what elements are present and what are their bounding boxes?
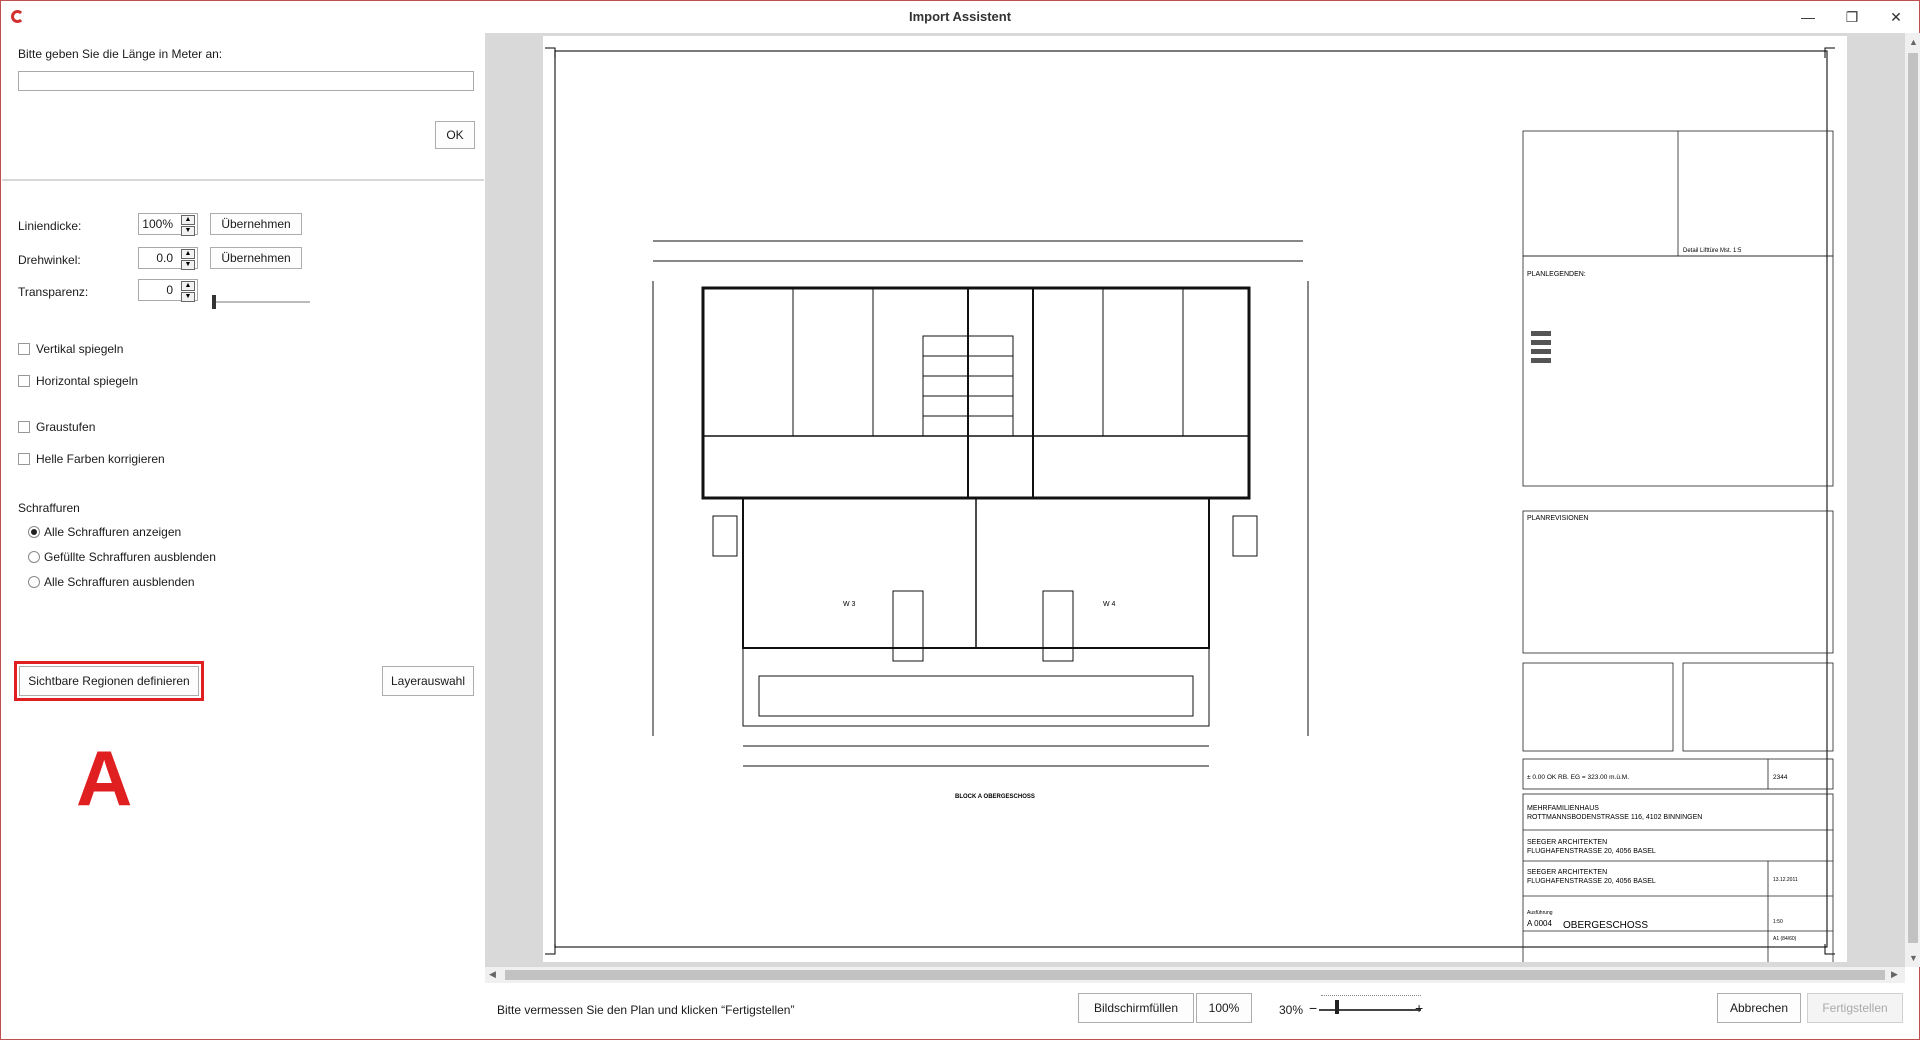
- annotation-letter: A: [76, 734, 133, 822]
- zoom-out-icon[interactable]: −: [1309, 1000, 1317, 1016]
- transparency-slider[interactable]: [214, 301, 310, 303]
- plan-sheet[interactable]: BLOCK A OBERGESCHOSS W 3 W 4 PLANLEGENDE…: [543, 36, 1847, 967]
- flip-vertical-checkbox[interactable]: [18, 343, 30, 355]
- layer-selection-button[interactable]: Layerauswahl: [382, 666, 474, 696]
- panel-divider: [2, 179, 484, 181]
- hatch-option-label: Gefüllte Schraffuren ausblenden: [44, 550, 216, 564]
- zoom-100-button[interactable]: 100%: [1196, 993, 1252, 1023]
- transparency-label: Transparenz:: [18, 285, 89, 299]
- plan-scale: 1:50: [1773, 919, 1783, 925]
- window-title: Import Assistent: [908, 9, 1012, 24]
- plan-number: A 0004: [1527, 919, 1552, 928]
- spin-down-icon[interactable]: ▼: [181, 260, 195, 270]
- flip-horizontal-checkbox[interactable]: [18, 375, 30, 387]
- minimize-button[interactable]: —: [1793, 7, 1823, 27]
- unit-label-w3: W 3: [843, 601, 856, 608]
- hatching-title: Schraffuren: [18, 501, 80, 515]
- scroll-up-icon[interactable]: ▲: [1909, 37, 1918, 47]
- correct-light-colors-label: Helle Farben korrigieren: [36, 452, 165, 466]
- project-line2: ROTTMANNSBODENSTRASSE 116, 4102 BINNINGE…: [1527, 814, 1702, 821]
- architect-line1: SEEGER ARCHITEKTEN: [1527, 869, 1607, 876]
- height-reference: ± 0.00 OK RB. EG = 323.00 m.ü.M.: [1527, 774, 1629, 781]
- architect-line2: FLUGHAFENSTRASSE 20, 4056 BASEL: [1527, 878, 1656, 885]
- client-line1: SEEGER ARCHITEKTEN: [1527, 839, 1607, 846]
- correct-light-colors-checkbox[interactable]: [18, 453, 30, 465]
- spin-down-icon[interactable]: ▼: [181, 226, 195, 236]
- fit-screen-button[interactable]: Bildschirmfüllen: [1078, 993, 1194, 1023]
- import-assistant-window: Import Assistent — ❐ ✕ Bitte geben Sie d…: [0, 0, 1920, 1040]
- title-bar: Import Assistent — ❐ ✕: [1, 1, 1919, 33]
- hatch-option-radio[interactable]: [28, 576, 40, 588]
- plan-drawing: BLOCK A OBERGESCHOSS W 3 W 4 PLANLEGENDE…: [545, 47, 1835, 967]
- grayscale-checkbox[interactable]: [18, 421, 30, 433]
- vertical-scrollbar[interactable]: ▲ ▼: [1905, 33, 1920, 967]
- hatch-option-radio[interactable]: [28, 526, 40, 538]
- zoom-slider-ticks: [1321, 995, 1421, 999]
- revisions-title: PLANREVISIONEN: [1527, 515, 1588, 522]
- hatch-option-label: Alle Schraffuren ausblenden: [44, 575, 195, 589]
- transparency-value: 0: [166, 283, 173, 297]
- line-width-label: Liniendicke:: [18, 219, 82, 233]
- settings-panel: Bitte geben Sie die Länge in Meter an: O…: [2, 33, 484, 1039]
- scroll-down-icon[interactable]: ▼: [1909, 953, 1918, 963]
- spin-up-icon[interactable]: ▲: [181, 281, 195, 291]
- rotation-value: 0.0: [156, 251, 173, 265]
- spin-up-icon[interactable]: ▲: [181, 215, 195, 225]
- apply-rotation-button[interactable]: Übernehmen: [210, 247, 302, 269]
- rotation-spinner[interactable]: 0.0 ▲ ▼: [138, 247, 198, 270]
- restore-button[interactable]: ❐: [1837, 7, 1867, 27]
- apply-line-width-button[interactable]: Übernehmen: [210, 213, 302, 235]
- phase: Ausführung: [1527, 910, 1553, 916]
- job-number: 2344: [1773, 774, 1788, 781]
- client-line2: FLUGHAFENSTRASSE 20, 4056 BASEL: [1527, 848, 1656, 855]
- zoom-value: 30%: [1279, 1003, 1304, 1017]
- zoom-in-icon[interactable]: +: [1415, 1000, 1423, 1016]
- zoom-slider-thumb[interactable]: [1335, 1000, 1339, 1014]
- line-width-value: 100%: [142, 217, 173, 231]
- cancel-button[interactable]: Abbrechen: [1717, 993, 1801, 1023]
- scroll-left-icon[interactable]: ◀: [489, 969, 496, 980]
- hatch-option-radio[interactable]: [28, 551, 40, 563]
- close-button[interactable]: ✕: [1881, 7, 1911, 27]
- flip-vertical-label: Vertikal spiegeln: [36, 342, 124, 356]
- rotation-label: Drehwinkel:: [18, 253, 81, 267]
- length-prompt: Bitte geben Sie die Länge in Meter an:: [18, 47, 223, 61]
- transparency-spinner[interactable]: 0 ▲ ▼: [138, 279, 198, 302]
- finish-button[interactable]: Fertigstellen: [1807, 993, 1903, 1023]
- line-width-spinner[interactable]: 100% ▲ ▼: [138, 213, 198, 236]
- legend-title: PLANLEGENDEN:: [1527, 271, 1586, 278]
- horizontal-scrollbar[interactable]: ◀ ▶: [485, 967, 1905, 983]
- grayscale-label: Graustufen: [36, 420, 96, 434]
- hatch-option-label: Alle Schraffuren anzeigen: [44, 525, 182, 539]
- drawing-caption: BLOCK A OBERGESCHOSS: [955, 794, 1035, 800]
- horizontal-scroll-thumb[interactable]: [505, 970, 1885, 980]
- transparency-slider-thumb[interactable]: [212, 295, 216, 309]
- vertical-scroll-thumb[interactable]: [1908, 53, 1918, 943]
- define-visible-regions-button[interactable]: Sichtbare Regionen definieren: [19, 666, 199, 696]
- ok-button[interactable]: OK: [435, 121, 475, 149]
- project-line1: MEHRFAMILIENHAUS: [1527, 805, 1599, 812]
- plan-format: A1 (84/60): [1773, 936, 1797, 942]
- scroll-right-icon[interactable]: ▶: [1891, 969, 1898, 980]
- spin-down-icon[interactable]: ▼: [181, 292, 195, 302]
- length-input[interactable]: [18, 71, 474, 91]
- spin-up-icon[interactable]: ▲: [181, 249, 195, 259]
- plan-date: 13.12.2011: [1773, 877, 1798, 883]
- detail-caption: Detail Lifttüre Mst. 1:5: [1683, 248, 1742, 254]
- status-text: Bitte vermessen Sie den Plan und klicken…: [497, 1003, 795, 1017]
- unit-label-w4: W 4: [1103, 601, 1116, 608]
- plan-title: OBERGESCHOSS: [1563, 920, 1648, 931]
- flip-horizontal-label: Horizontal spiegeln: [36, 374, 139, 388]
